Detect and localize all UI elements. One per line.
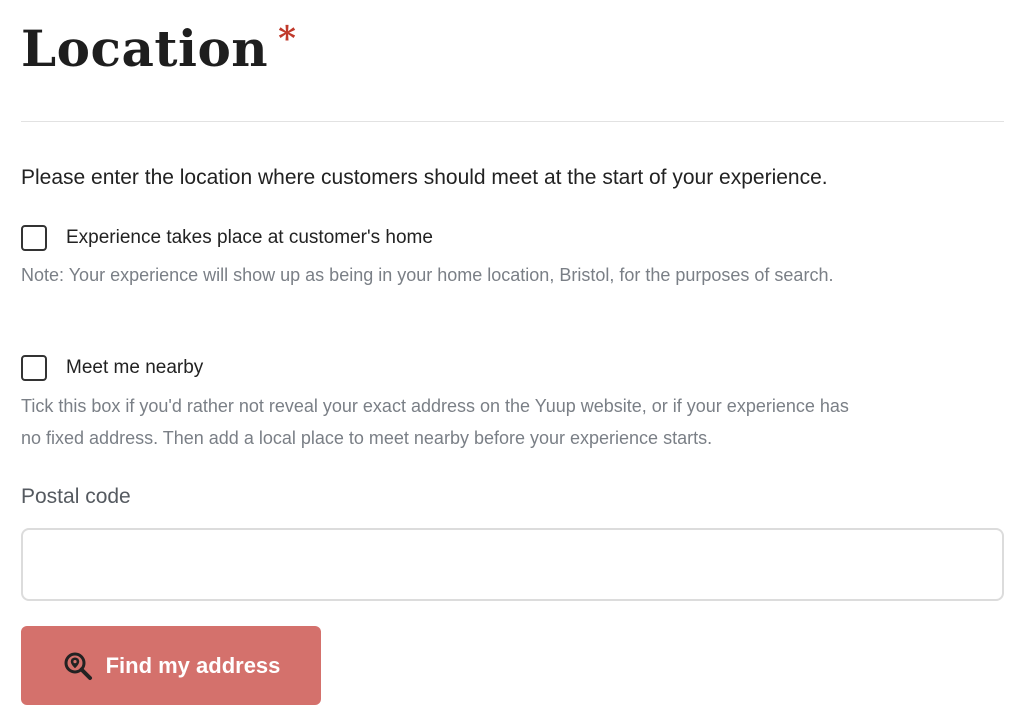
customer-home-note: Note: Your experience will show up as be…: [21, 259, 833, 291]
customer-home-checkbox[interactable]: [21, 225, 47, 251]
divider: [21, 121, 1004, 122]
meet-nearby-note: Tick this box if you'd rather not reveal…: [21, 390, 849, 454]
meet-nearby-note-line2: no fixed address. Then add a local place…: [21, 428, 713, 448]
intro-text: Please enter the location where customer…: [21, 166, 828, 189]
postal-code-input[interactable]: [21, 528, 1004, 601]
meet-nearby-label[interactable]: Meet me nearby: [66, 357, 203, 379]
find-address-label: Find my address: [105, 652, 281, 678]
find-address-button[interactable]: Find my address: [21, 626, 321, 705]
search-location-icon: [62, 650, 94, 682]
postal-code-label: Postal code: [21, 485, 131, 508]
meet-nearby-option[interactable]: Meet me nearby: [21, 355, 203, 381]
meet-nearby-note-line1: Tick this box if you'd rather not reveal…: [21, 396, 849, 416]
title-row: Location *: [21, 14, 296, 84]
customer-home-option[interactable]: Experience takes place at customer's hom…: [21, 225, 433, 251]
page-title: Location: [21, 19, 269, 78]
customer-home-note-text: Note: Your experience will show up as be…: [21, 265, 834, 285]
meet-nearby-checkbox[interactable]: [21, 355, 47, 381]
customer-home-label[interactable]: Experience takes place at customer's hom…: [66, 227, 433, 249]
required-asterisk: *: [278, 19, 296, 59]
